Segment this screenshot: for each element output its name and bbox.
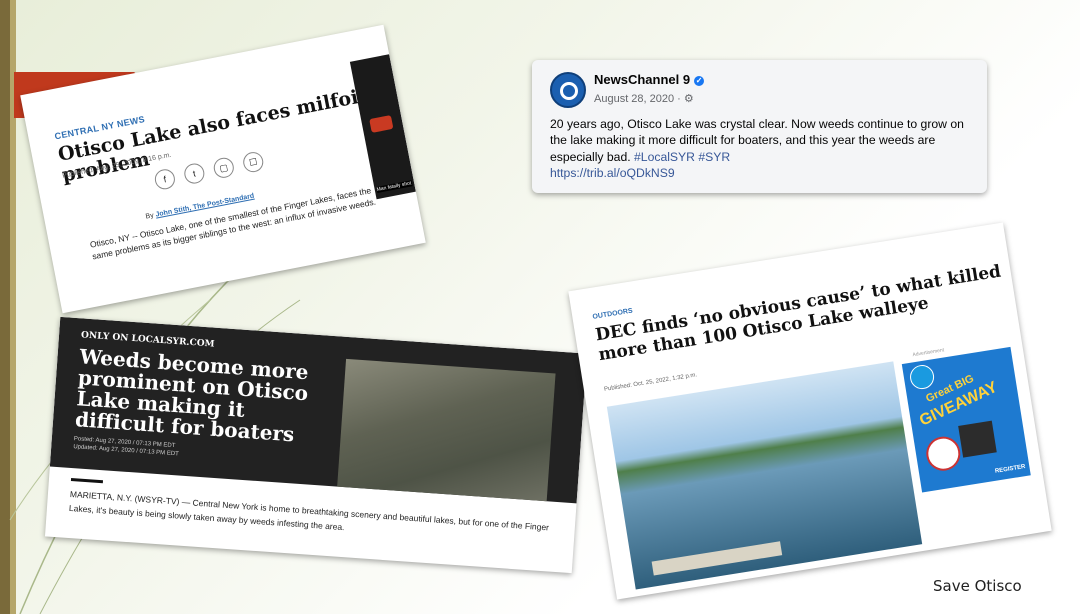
article-date: Published: Oct. 25, 2022, 1:32 p.m. <box>603 372 698 393</box>
ad-label: Advertisement <box>912 347 945 359</box>
post-link[interactable]: https://trib.al/oQDkNS9 <box>550 166 675 180</box>
article-card-weeds[interactable]: ONLY ON LOCALSYR.COM Weeds become more p… <box>44 316 588 574</box>
runnings-logo-icon <box>923 434 963 474</box>
thumbnail-image <box>369 114 394 133</box>
gear-icon: ⚙ <box>683 93 694 105</box>
newschannel-logo-icon[interactable] <box>550 72 586 108</box>
post-date-text[interactable]: August 28, 2020 · <box>594 93 681 105</box>
post-text: 20 years ago, Otisco Lake was crystal cl… <box>550 117 964 164</box>
slide-footer: Save Otisco <box>933 577 1022 595</box>
comment-icon[interactable]: ☐ <box>241 150 265 174</box>
article-headline[interactable]: DEC finds ‘no obvious cause’ to what kil… <box>594 260 1015 366</box>
divider <box>70 477 104 484</box>
thumbnail-caption: Man fatally shot <box>376 180 413 193</box>
post-body: 20 years ago, Otisco Lake was crystal cl… <box>550 116 980 182</box>
ad-burst-icon <box>908 363 936 391</box>
lake-photo <box>606 361 923 590</box>
article-card-milfoil[interactable]: CENTRAL NY NEWS Otisco Lake also faces m… <box>20 24 426 314</box>
post-date[interactable]: August 28, 2020 · ⚙ <box>594 92 694 105</box>
byline-prefix: By <box>145 212 155 221</box>
article-hero: ONLY ON LOCALSYR.COM Weeds become more p… <box>49 316 588 504</box>
left-accent-bar <box>0 0 10 614</box>
bookmark-icon[interactable]: ▢ <box>212 156 236 180</box>
article-dates: Posted: Aug 27, 2020 / 07:13 PM EDT Upda… <box>73 436 180 459</box>
verified-badge-icon: ✓ <box>694 75 705 86</box>
cooler-image <box>958 420 997 458</box>
facebook-icon[interactable]: f <box>153 167 177 192</box>
page-name-text[interactable]: NewsChannel 9 <box>594 72 690 87</box>
article-card-walleye[interactable]: OUTDOORS DEC finds ‘no obvious cause’ to… <box>568 222 1052 600</box>
weeds-photo <box>337 358 556 502</box>
article-kicker: OUTDOORS <box>592 307 634 321</box>
giveaway-ad[interactable]: Great BIG GIVEAWAY REGISTER <box>901 346 1031 493</box>
boat-awning <box>651 541 783 576</box>
page-name[interactable]: NewsChannel 9 ✓ <box>594 72 705 87</box>
twitter-icon[interactable]: t <box>182 161 207 186</box>
post-hashtags[interactable]: #LocalSYR #SYR <box>634 150 730 164</box>
social-post-card[interactable]: NewsChannel 9 ✓ August 28, 2020 · ⚙ 20 ye… <box>532 60 987 193</box>
article-headline[interactable]: Weeds become more prominent on Otisco La… <box>74 344 329 447</box>
